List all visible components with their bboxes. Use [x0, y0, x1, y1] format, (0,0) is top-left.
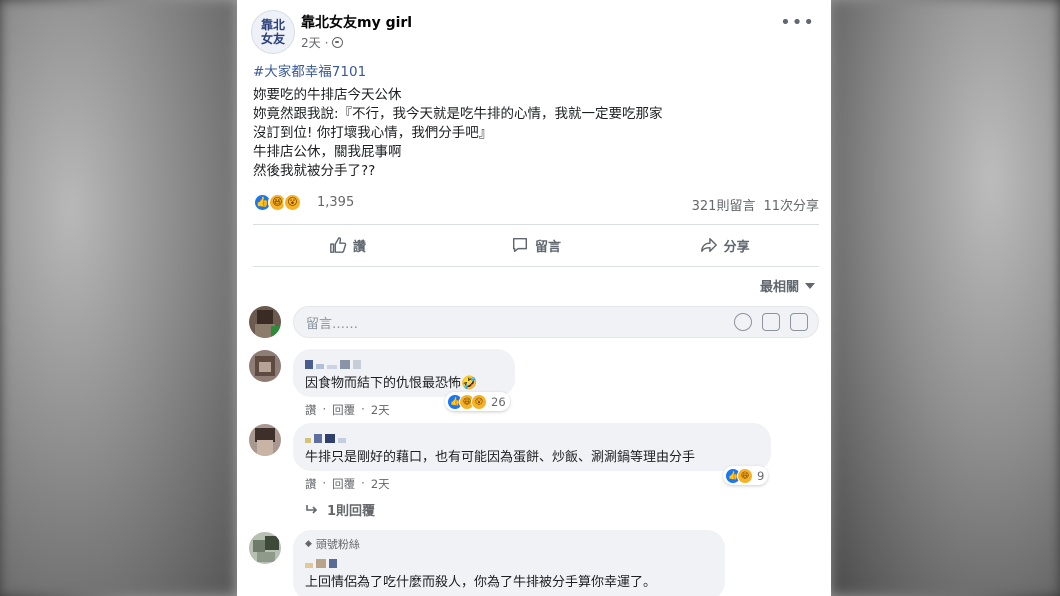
comment-label: 留言: [535, 239, 562, 255]
comment-placeholder: 留言……: [306, 316, 359, 332]
like-button[interactable]: 讚: [253, 228, 442, 262]
like-label: 讚: [352, 239, 366, 255]
page-avatar[interactable]: 靠北 女友: [251, 10, 295, 54]
post-actions: 讚 留言 分享: [253, 228, 819, 262]
comment-meta: 讚 · 回覆 · 2天: [305, 476, 390, 492]
post-line: 沒訂到位! 你打壞我心情，我們分手吧』: [253, 125, 493, 141]
share-label: 分享: [723, 239, 750, 255]
comment-input-tools: [734, 313, 808, 331]
top-fan-badge: ◆ 頭號粉絲: [305, 536, 713, 552]
sort-label: 最相關: [759, 280, 799, 295]
comment-like-link[interactable]: 讚: [305, 402, 317, 418]
comment-button[interactable]: 留言: [442, 228, 631, 262]
comment-time[interactable]: 2天: [371, 402, 390, 418]
post-meta: 2天 ·: [301, 34, 344, 51]
comment-reaction-count: 9: [757, 468, 765, 483]
comment-icon: [512, 237, 528, 253]
hashtag-link[interactable]: #大家都幸福7101: [253, 60, 366, 80]
more-options-button[interactable]: •••: [780, 14, 815, 32]
commenter-avatar[interactable]: [249, 424, 281, 456]
reaction-count[interactable]: 1,395: [317, 195, 354, 210]
avatar-text-line1: 靠北: [260, 18, 285, 32]
comment-like-link[interactable]: 讚: [305, 476, 317, 492]
comment-text: 牛排只是剛好的藉口，也有可能因為蛋餅、炒飯、涮涮鍋等理由分手: [305, 450, 696, 465]
caret-down-icon: [805, 282, 815, 289]
divider: [253, 224, 819, 225]
globe-icon: [332, 37, 344, 48]
replies-label: 1則回覆: [327, 504, 376, 519]
post-line: 妳竟然跟我說:『不行，我今天就是吃牛排的心情，我就一定要吃那家: [253, 106, 663, 122]
comment-reactions[interactable]: 👍 😆 😮 26: [445, 392, 510, 411]
share-icon: [700, 237, 717, 253]
share-count[interactable]: 11次分享: [763, 195, 819, 214]
comment-sort-dropdown[interactable]: 最相關: [760, 276, 815, 295]
share-button[interactable]: 分享: [630, 228, 819, 262]
blurred-background-left: [0, 0, 236, 596]
comment-reply-link[interactable]: 回覆: [332, 402, 355, 418]
haha-reaction-icon: 😆: [737, 467, 753, 484]
engagement-stats: 321則留言 11次分享: [692, 195, 819, 214]
post-line: 然後我就被分手了??: [253, 163, 376, 179]
wow-reaction-icon: 😮: [283, 193, 302, 212]
post-body: 妳要吃的牛排店今天公休 妳竟然跟我說:『不行，我今天就是吃牛排的心情，我就一定要…: [253, 86, 663, 181]
comment-bubble: 因食物而結下的仇恨最恐怖🤣: [293, 349, 515, 397]
comment-time[interactable]: 2天: [371, 476, 390, 492]
comment-bubble: ◆ 頭號粉絲 上回情侶為了吃什麼而殺人，你為了牛排被分手算你幸運了。: [293, 530, 725, 596]
commenter-avatar[interactable]: [249, 350, 281, 382]
comment-bubble: 牛排只是剛好的藉口，也有可能因為蛋餅、炒飯、涮涮鍋等理由分手: [293, 423, 771, 471]
commenter-name-redacted[interactable]: [305, 429, 759, 443]
commenter-name-redacted[interactable]: [305, 554, 713, 568]
emoji-icon[interactable]: [734, 313, 752, 331]
comment-meta: 讚 · 回覆 · 2天: [305, 402, 390, 418]
comment-input[interactable]: 留言……: [293, 306, 819, 338]
sticker-icon[interactable]: [790, 313, 808, 331]
avatar-text-line2: 女友: [260, 32, 285, 46]
commenter-avatar[interactable]: [249, 532, 281, 564]
post-header: 靠北 女友 靠北女友my girl 2天 · •••: [249, 8, 819, 56]
wow-reaction-icon: 😮: [471, 393, 487, 410]
thumbs-up-icon: [329, 237, 347, 253]
comment-reactions[interactable]: 👍 😆 9: [723, 466, 769, 485]
comment-reaction-count: 26: [491, 394, 506, 409]
diamond-icon: ◆: [305, 539, 312, 549]
divider: [253, 266, 819, 267]
comment-count[interactable]: 321則留言: [692, 195, 756, 214]
commenter-name-redacted[interactable]: [305, 355, 503, 369]
reply-arrow-icon: [306, 504, 318, 514]
post-line: 妳要吃的牛排店今天公休: [253, 87, 402, 103]
comment-text: 因食物而結下的仇恨最恐怖🤣: [305, 376, 478, 391]
post-time[interactable]: 2天: [301, 34, 321, 51]
reactions-summary: 👍 😆 😮 1,395 321則留言 11次分享: [253, 192, 819, 214]
page-name[interactable]: 靠北女友my girl: [301, 12, 412, 32]
user-avatar[interactable]: [249, 306, 281, 338]
blurred-background-right: [830, 0, 1060, 596]
post-line: 牛排店公休，關我屁事啊: [253, 144, 402, 160]
comment-text: 上回情侶為了吃什麼而殺人，你為了牛排被分手算你幸運了。: [305, 575, 657, 590]
badge-label: 頭號粉絲: [315, 538, 360, 551]
gif-icon[interactable]: [762, 313, 780, 331]
comment-reply-link[interactable]: 回覆: [332, 476, 355, 492]
facebook-post: 靠北 女友 靠北女友my girl 2天 · ••• #大家都幸福7101 妳要…: [237, 0, 831, 596]
reaction-icons[interactable]: 👍 😆 😮: [253, 193, 302, 212]
view-replies-link[interactable]: 1則回覆: [305, 500, 375, 519]
